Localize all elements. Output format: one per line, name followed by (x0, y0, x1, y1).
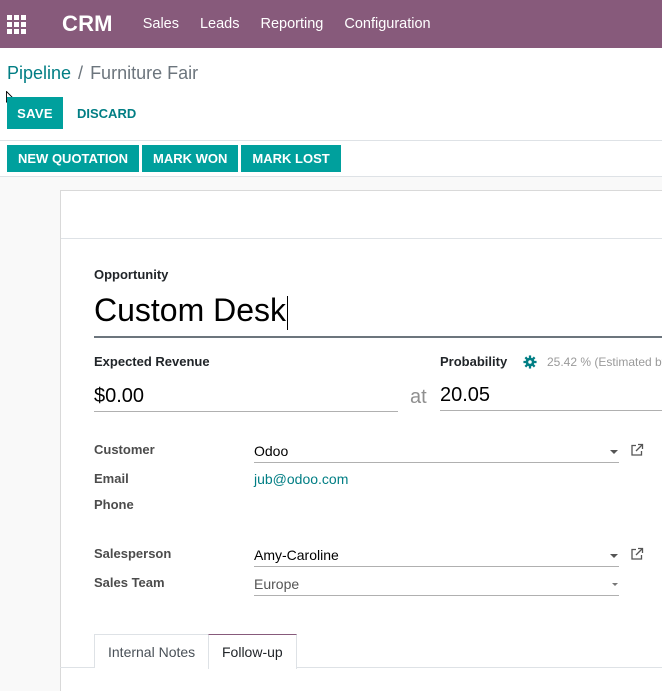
email-label: Email (94, 471, 129, 486)
customer-select[interactable]: Odoo (254, 439, 619, 463)
statusbar-buttons: NEW QUOTATION MARK WON MARK LOST (7, 145, 344, 172)
top-navbar: CRM Sales Leads Reporting Configuration (0, 0, 662, 48)
salesperson-label: Salesperson (94, 546, 172, 561)
breadcrumb-pipeline-link[interactable]: Pipeline (7, 63, 71, 84)
menu-item-leads[interactable]: Leads (200, 16, 240, 32)
breadcrumb-separator: / (78, 63, 84, 83)
external-link-icon[interactable] (630, 547, 644, 561)
menu-item-reporting[interactable]: Reporting (261, 16, 324, 32)
save-button[interactable]: SAVE (7, 97, 63, 129)
menu-item-configuration[interactable]: Configuration (344, 16, 430, 32)
sales-team-label: Sales Team (94, 575, 165, 590)
estimated-probability-text: 25.42 % (Estimated by (547, 355, 662, 369)
new-quotation-button[interactable]: NEW QUOTATION (7, 145, 140, 172)
email-link[interactable]: jub@odoo.com (254, 471, 348, 487)
probability-input[interactable]: 20.05 (440, 380, 662, 411)
app-brand[interactable]: CRM (62, 11, 113, 37)
breadcrumb-current: Furniture Fair (90, 63, 199, 83)
gear-icon[interactable] (523, 355, 537, 369)
opportunity-label: Opportunity (94, 267, 169, 282)
opportunity-name-text: Custom Desk (94, 292, 287, 328)
customer-label: Customer (94, 442, 155, 457)
breadcrumb: Pipeline / Furniture Fair (7, 63, 198, 84)
external-link-icon[interactable] (630, 443, 644, 457)
expected-revenue-input[interactable]: $0.00 (94, 381, 398, 412)
chevron-down-icon[interactable] (610, 450, 618, 454)
expected-revenue-label: Expected Revenue (94, 354, 210, 369)
at-label: at (410, 386, 427, 408)
mark-lost-button[interactable]: MARK LOST (241, 145, 341, 172)
discard-button[interactable]: DISCARD (71, 97, 142, 129)
sales-team-select[interactable]: Europe (254, 572, 619, 596)
phone-label: Phone (94, 497, 134, 512)
opportunity-name-input[interactable]: Custom Desk (94, 286, 662, 338)
salesperson-select[interactable]: Amy-Caroline (254, 543, 619, 567)
apps-grid-icon[interactable] (7, 14, 29, 34)
toolbar-divider (0, 140, 662, 141)
mark-won-button[interactable]: MARK WON (142, 145, 239, 172)
chevron-down-icon[interactable] (612, 583, 618, 586)
tab-internal-notes[interactable]: Internal Notes (94, 634, 210, 668)
chevron-down-icon[interactable] (610, 554, 618, 558)
main-menu: Sales Leads Reporting Configuration (143, 16, 452, 32)
tab-follow-up[interactable]: Follow-up (208, 634, 297, 669)
probability-label: Probability (440, 354, 508, 369)
text-caret (287, 295, 289, 330)
menu-item-sales[interactable]: Sales (143, 16, 179, 32)
sheet-header-divider (61, 238, 662, 239)
